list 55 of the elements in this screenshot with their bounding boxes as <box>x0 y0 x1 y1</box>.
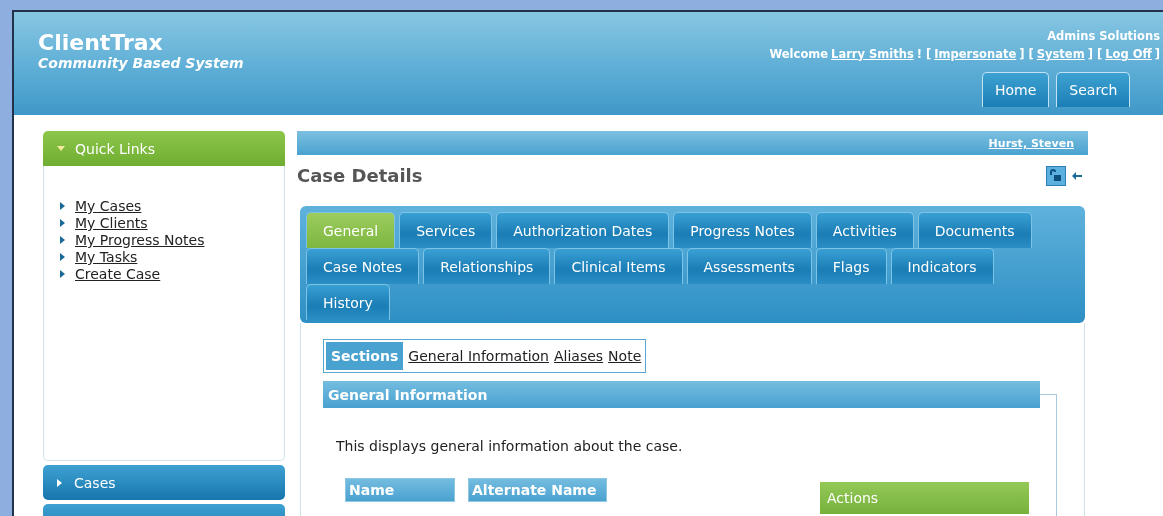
tab[interactable]: Clinical Items <box>554 248 683 284</box>
client-link[interactable]: Hurst, Steven <box>988 136 1074 150</box>
header-text: ] [ <box>1019 47 1034 61</box>
quick-link[interactable]: My Progress Notes <box>60 232 284 248</box>
quick-link[interactable]: My Clients <box>60 215 284 231</box>
tab[interactable]: Documents <box>917 212 1032 248</box>
tab[interactable]: Relationships <box>423 248 551 284</box>
app-subtitle: Community Based System <box>38 55 244 71</box>
tab[interactable]: Case Notes <box>306 248 420 284</box>
header-text: ] <box>1154 47 1160 61</box>
sections-label: Sections <box>326 342 404 370</box>
caret-right-icon <box>60 253 65 261</box>
tab[interactable]: Flags <box>815 248 887 284</box>
back-arrow-icon[interactable] <box>1072 171 1082 180</box>
quick-links-header[interactable]: Quick Links <box>43 131 285 166</box>
section-header: General Information <box>323 381 1040 408</box>
caret-right-icon <box>60 202 65 210</box>
tab[interactable]: Assessments <box>686 248 812 284</box>
page-title: Case Details <box>297 165 423 186</box>
caret-right-icon <box>60 219 65 227</box>
section-link[interactable]: Note <box>608 348 642 364</box>
sidebar-panel-header[interactable]: Cases <box>43 465 285 500</box>
description-text: This displays general information about the case. <box>336 438 684 454</box>
caret-right-icon <box>60 270 65 278</box>
quick-link[interactable]: My Cases <box>60 198 284 214</box>
tab[interactable]: Activities <box>815 212 914 248</box>
nav-button[interactable]: Search <box>1056 72 1131 107</box>
organization-name: Admins Solutions <box>1047 29 1160 43</box>
app-name: ClientTrax <box>38 30 164 55</box>
header-text: Welcome <box>769 47 829 61</box>
tab[interactable]: Indicators <box>890 248 994 284</box>
section-link[interactable]: General Information <box>408 348 549 364</box>
tab[interactable]: Authorization Dates <box>496 212 670 248</box>
header-text: ] [ <box>1087 47 1103 61</box>
section-link[interactable]: Aliases <box>553 348 604 364</box>
tab[interactable]: Services <box>399 212 493 248</box>
quick-link[interactable]: Create Case <box>60 266 284 282</box>
header-link[interactable]: Log Off <box>1105 47 1152 61</box>
nav-button[interactable]: Home <box>982 72 1050 107</box>
caret-right-icon <box>57 478 62 487</box>
column-header: Alternate Name <box>468 478 607 502</box>
panel-title: Quick Links <box>75 140 155 157</box>
header-text: ! [ <box>916 47 932 61</box>
header-link[interactable]: Impersonate <box>934 47 1017 61</box>
tab[interactable]: History <box>306 284 390 320</box>
quick-link[interactable]: My Tasks <box>60 249 284 265</box>
actions-header: Actions <box>820 482 1029 514</box>
header-link[interactable]: System <box>1036 47 1085 61</box>
panel-title: Cases <box>74 474 116 491</box>
caret-down-icon <box>57 146 65 151</box>
lock-icon[interactable] <box>1046 165 1066 186</box>
column-header: Name <box>345 478 455 502</box>
caret-right-icon <box>60 236 65 244</box>
tab[interactable]: Progress Notes <box>673 212 812 248</box>
header-link[interactable]: Larry Smiths <box>831 47 914 61</box>
